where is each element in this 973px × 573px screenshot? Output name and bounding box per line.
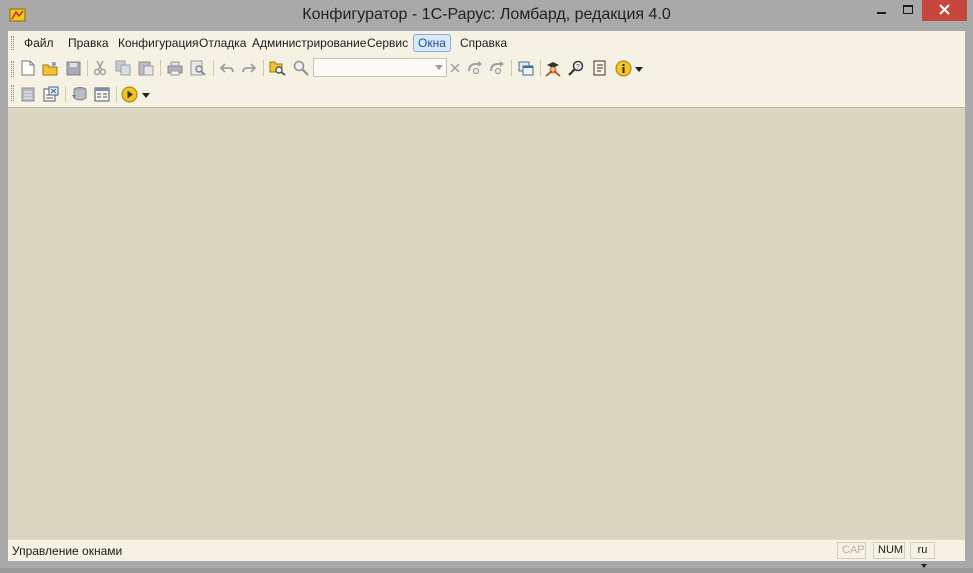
toolbar-separator — [116, 86, 117, 102]
menu-administration[interactable]: Администрирование — [248, 34, 370, 52]
menu-file[interactable]: Файл — [20, 34, 58, 52]
configuration-toolbar — [8, 81, 965, 107]
run-debug-icon[interactable] — [120, 85, 138, 103]
maximize-button[interactable] — [895, 0, 921, 21]
search-field[interactable] — [313, 58, 447, 77]
copy-icon[interactable] — [114, 59, 132, 77]
standard-toolbar: ? — [8, 55, 965, 81]
search-dropdown-icon[interactable] — [432, 59, 446, 76]
toolbar-separator — [213, 60, 214, 76]
menu-help[interactable]: Справка — [456, 34, 511, 52]
spreadsheet-icon[interactable] — [42, 85, 60, 103]
language-selector[interactable]: ru — [910, 542, 935, 568]
maximize-icon — [903, 4, 913, 18]
language-label: ru — [917, 544, 928, 556]
redo-icon[interactable] — [240, 59, 258, 77]
save-icon[interactable] — [64, 59, 82, 77]
minimize-icon — [877, 4, 887, 18]
print-preview-icon[interactable] — [189, 59, 207, 77]
menu-configuration[interactable]: Конфигурация — [114, 34, 203, 52]
toolbar-grip[interactable] — [11, 85, 14, 101]
find-previous-icon[interactable] — [488, 59, 506, 77]
print-icon[interactable] — [166, 59, 184, 77]
find-in-document-icon[interactable] — [268, 59, 286, 77]
toolbar-separator — [263, 60, 264, 76]
windows-icon[interactable] — [517, 59, 535, 77]
toolbar-separator — [511, 60, 512, 76]
window-title: Конфигуратор - 1С-Рарус: Ломбард, редакц… — [302, 6, 671, 23]
search-icon[interactable] — [292, 59, 310, 77]
minimize-button[interactable] — [869, 0, 895, 21]
toolbar-separator — [540, 60, 541, 76]
toolbar-grip[interactable] — [11, 61, 14, 77]
info-icon[interactable] — [614, 59, 632, 77]
undo-icon[interactable] — [218, 59, 236, 77]
menubar-grip[interactable] — [11, 36, 14, 50]
status-bar: Управление окнами CAP NUM ru — [8, 539, 965, 568]
close-button[interactable] — [922, 0, 967, 21]
language-dropdown-icon — [920, 558, 927, 573]
toolbar-overflow-chevron-icon[interactable] — [634, 65, 644, 73]
help-book-icon[interactable] — [590, 59, 608, 77]
metadata-icon[interactable] — [93, 85, 111, 103]
open-folder-icon[interactable] — [41, 59, 59, 77]
paste-icon[interactable] — [137, 59, 155, 77]
menu-edit[interactable]: Правка — [64, 34, 113, 52]
command-bar-area: Файл Правка Конфигурация Отладка Админис… — [8, 31, 965, 107]
toolbar-separator — [65, 86, 66, 102]
toolbar-separator — [160, 60, 161, 76]
menu-service[interactable]: Сервис — [363, 34, 412, 52]
caps-lock-indicator: CAP — [837, 542, 866, 559]
status-message: Управление окнами — [12, 544, 123, 558]
database-update-icon[interactable] — [70, 85, 88, 103]
table-icon[interactable] — [19, 85, 37, 103]
mdi-workspace[interactable] — [8, 107, 965, 539]
menu-windows[interactable]: Окна — [413, 34, 451, 52]
title-bar[interactable]: Конфигуратор - 1С-Рарус: Ломбард, редакц… — [0, 0, 973, 31]
new-document-icon[interactable] — [19, 59, 37, 77]
assistant-icon[interactable] — [544, 59, 562, 77]
cut-icon[interactable] — [91, 59, 109, 77]
find-next-icon[interactable] — [466, 59, 484, 77]
application-window: Конфигуратор - 1С-Рарус: Ломбард, редакц… — [0, 0, 973, 568]
num-lock-indicator: NUM — [873, 542, 905, 559]
syntax-helper-icon[interactable]: ? — [567, 59, 585, 77]
menu-debug[interactable]: Отладка — [195, 34, 250, 52]
toolbar2-overflow-chevron-icon[interactable] — [141, 91, 151, 99]
toolbar-separator — [87, 60, 88, 76]
main-menu: Файл Правка Конфигурация Отладка Админис… — [8, 31, 965, 55]
svg-text:?: ? — [576, 64, 580, 71]
clear-search-icon[interactable] — [446, 59, 464, 77]
close-icon — [939, 3, 950, 18]
